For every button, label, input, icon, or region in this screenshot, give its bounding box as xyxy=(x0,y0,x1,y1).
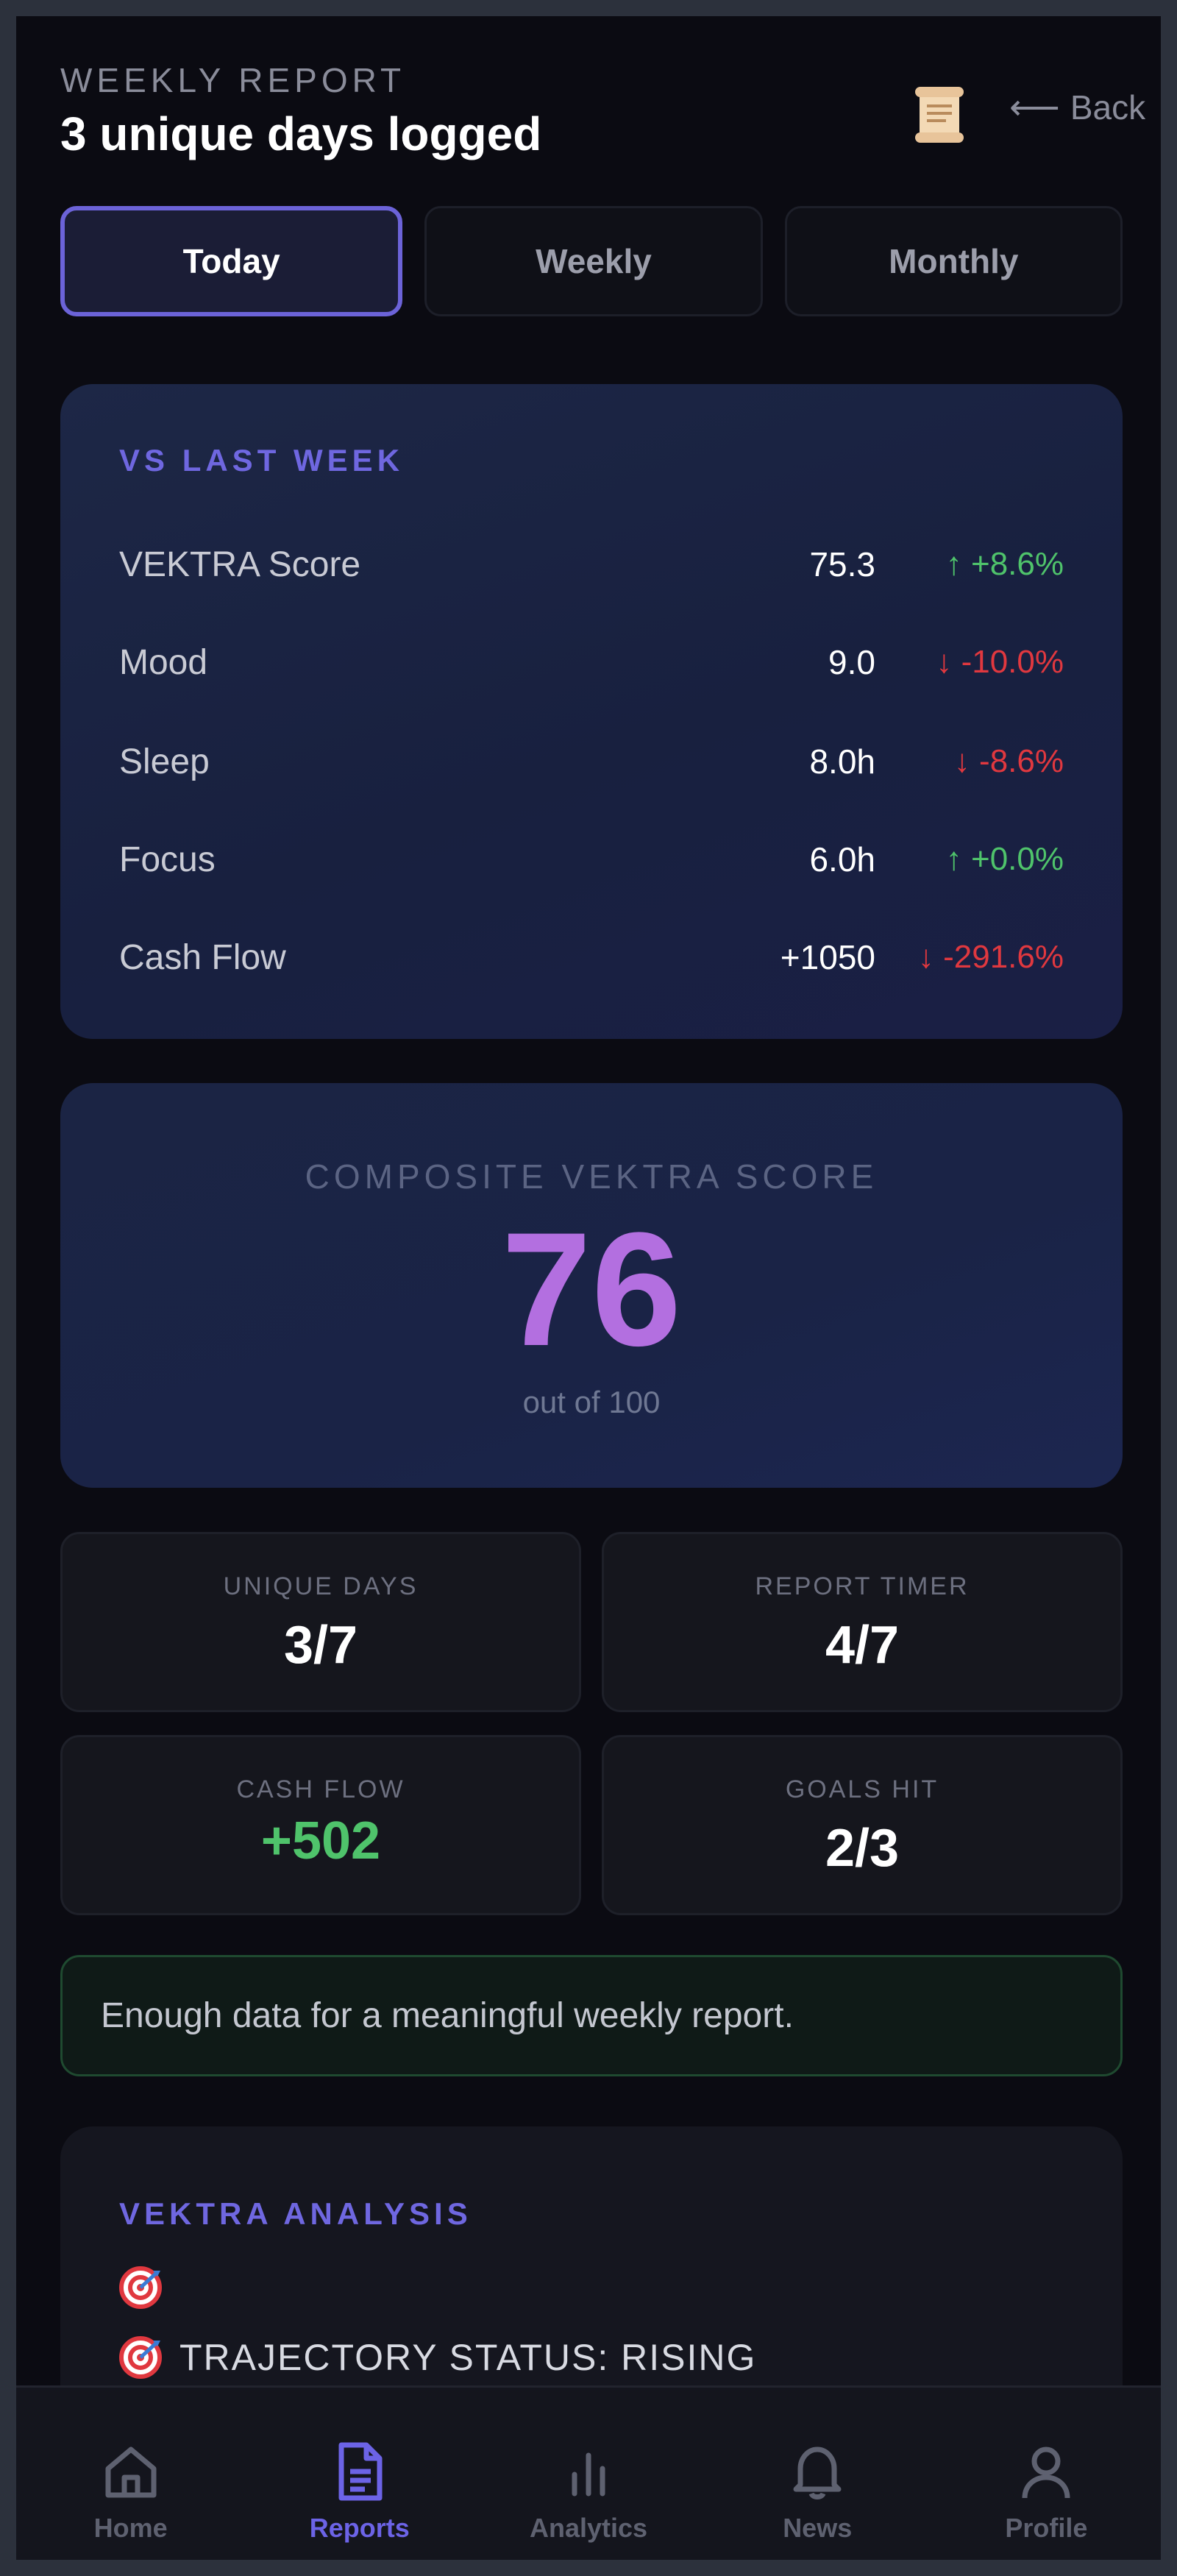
vs-last-week-card: VS LAST WEEK VEKTRA Score 75.3 ↑ +8.6% M… xyxy=(60,384,1123,1039)
page-eyebrow: WEEKLY REPORT xyxy=(60,61,406,99)
stat-value: 2/3 xyxy=(825,1819,900,1878)
comparison-row-score: VEKTRA Score 75.3 ↑ +8.6% xyxy=(119,539,1064,590)
composite-subtext: out of 100 xyxy=(522,1385,661,1419)
period-tabs: Today Weekly Monthly xyxy=(60,206,1123,316)
row-label: Sleep xyxy=(119,742,210,781)
nav-reports[interactable]: Reports xyxy=(245,2388,474,2560)
composite-score: 76 xyxy=(501,1199,682,1380)
nav-profile[interactable]: Profile xyxy=(932,2388,1161,2560)
nav-home[interactable]: Home xyxy=(16,2388,245,2560)
nav-analytics[interactable]: Analytics xyxy=(474,2388,703,2560)
analysis-line xyxy=(119,2266,179,2309)
composite-score-card: COMPOSITE VEKTRA SCORE 76 out of 100 xyxy=(60,1083,1123,1488)
stat-value: 4/7 xyxy=(825,1616,900,1675)
row-label: Mood xyxy=(119,642,208,682)
stat-value: 3/7 xyxy=(283,1616,358,1675)
row-delta: ↓ -10.0% xyxy=(936,644,1064,680)
bell-icon xyxy=(793,2447,842,2499)
back-label: Back xyxy=(1070,88,1146,127)
analysis-line: TRAJECTORY STATUS: RISING xyxy=(119,2336,756,2379)
back-arrow-icon: ⟵ xyxy=(1009,88,1060,127)
row-label: Focus xyxy=(119,840,216,879)
document-icon xyxy=(338,2442,383,2501)
stat-label: UNIQUE DAYS xyxy=(223,1572,419,1600)
data-sufficiency-notice: Enough data for a meaningful weekly repo… xyxy=(60,1955,1123,2076)
stat-tile-goals-hit: GOALS HIT 2/3 xyxy=(602,1735,1123,1915)
composite-label: COMPOSITE VEKTRA SCORE xyxy=(305,1157,878,1196)
stat-label: REPORT TIMER xyxy=(755,1572,970,1600)
target-icon xyxy=(119,2266,162,2309)
comparison-row-focus: Focus 6.0h ↑ +0.0% xyxy=(119,834,1064,885)
tab-today[interactable]: Today xyxy=(60,206,403,316)
row-value: 6.0h xyxy=(809,840,875,879)
target-icon xyxy=(119,2336,162,2379)
user-icon xyxy=(1022,2447,1070,2499)
stat-label: GOALS HIT xyxy=(785,1775,939,1803)
row-label: VEKTRA Score xyxy=(119,544,361,584)
row-value: 8.0h xyxy=(809,742,875,781)
row-value: 9.0 xyxy=(828,643,875,681)
nav-news[interactable]: News xyxy=(703,2388,932,2560)
header: WEEKLY REPORT 3 unique days logged ⟵ Bac… xyxy=(60,44,1145,169)
comparison-row-cash-flow: Cash Flow +1050 ↓ -291.6% xyxy=(119,932,1064,983)
row-delta: ↑ +8.6% xyxy=(945,546,1064,582)
analysis-label: VEKTRA ANALYSIS xyxy=(119,2196,472,2231)
row-label: Cash Flow xyxy=(119,937,286,977)
nav-label: Analytics xyxy=(529,2513,648,2543)
stat-tile-unique-days: UNIQUE DAYS 3/7 xyxy=(60,1532,581,1712)
row-delta: ↑ +0.0% xyxy=(945,841,1064,877)
row-value: 75.3 xyxy=(809,545,875,583)
nav-label: Profile xyxy=(1005,2513,1088,2543)
nav-label: Reports xyxy=(309,2513,410,2543)
stat-tile-cash-flow: CASH FLOW +502 xyxy=(60,1735,581,1915)
vs-last-week-label: VS LAST WEEK xyxy=(119,443,405,478)
bar-chart-icon xyxy=(572,2452,605,2497)
trajectory-status: TRAJECTORY STATUS: RISING xyxy=(179,2337,757,2378)
nav-label: Home xyxy=(93,2513,168,2543)
back-button[interactable]: ⟵ Back xyxy=(1009,87,1145,128)
stat-label: CASH FLOW xyxy=(236,1775,405,1803)
comparison-row-sleep: Sleep 8.0h ↓ -8.6% xyxy=(119,736,1064,787)
comparison-row-mood: Mood 9.0 ↓ -10.0% xyxy=(119,636,1064,688)
nav-label: News xyxy=(783,2513,853,2543)
row-value: +1050 xyxy=(780,938,875,976)
tab-weekly[interactable]: Weekly xyxy=(424,206,763,316)
stat-tile-report-timer: REPORT TIMER 4/7 xyxy=(602,1532,1123,1712)
bottom-navigation: Home Reports Analytics News Profile xyxy=(16,2385,1161,2560)
tab-monthly[interactable]: Monthly xyxy=(784,206,1123,316)
scroll-document-icon[interactable] xyxy=(914,85,965,144)
stat-value: +502 xyxy=(260,1812,381,1870)
page-title: 3 unique days logged xyxy=(60,107,542,160)
row-delta: ↓ -8.6% xyxy=(953,743,1064,779)
home-icon xyxy=(105,2447,157,2498)
app-screen: WEEKLY REPORT 3 unique days logged ⟵ Bac… xyxy=(16,16,1161,2560)
device-frame: WEEKLY REPORT 3 unique days logged ⟵ Bac… xyxy=(0,0,1177,2576)
row-delta: ↓ -291.6% xyxy=(917,939,1064,975)
